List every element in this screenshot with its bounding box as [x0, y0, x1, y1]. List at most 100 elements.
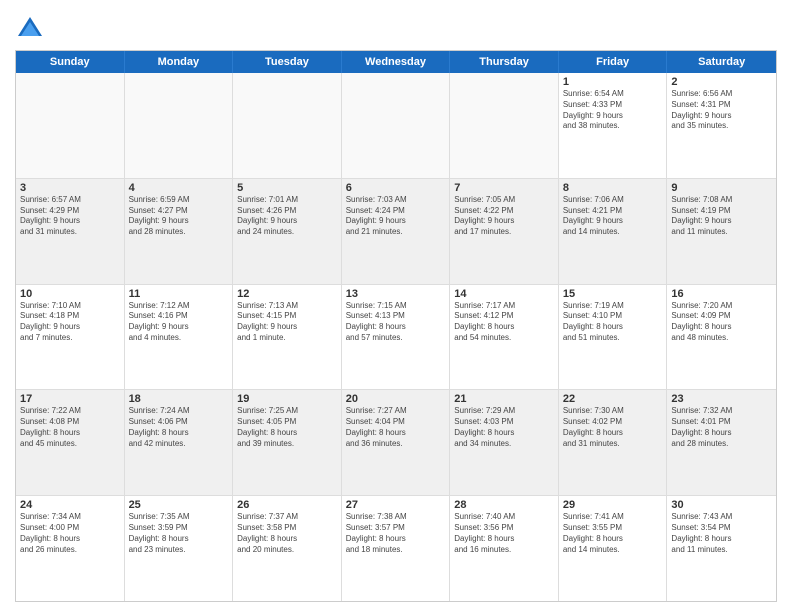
calendar-cell: 30Sunrise: 7:43 AM Sunset: 3:54 PM Dayli… — [667, 496, 776, 601]
cell-info: Sunrise: 7:30 AM Sunset: 4:02 PM Dayligh… — [563, 406, 663, 449]
day-number: 27 — [346, 499, 446, 511]
calendar-header: SundayMondayTuesdayWednesdayThursdayFrid… — [16, 51, 776, 73]
cell-info: Sunrise: 7:17 AM Sunset: 4:12 PM Dayligh… — [454, 301, 554, 344]
day-number: 13 — [346, 288, 446, 300]
day-number: 5 — [237, 182, 337, 194]
calendar-cell: 11Sunrise: 7:12 AM Sunset: 4:16 PM Dayli… — [125, 285, 234, 390]
calendar-cell: 13Sunrise: 7:15 AM Sunset: 4:13 PM Dayli… — [342, 285, 451, 390]
calendar-body: 1Sunrise: 6:54 AM Sunset: 4:33 PM Daylig… — [16, 73, 776, 601]
header-day-saturday: Saturday — [667, 51, 776, 73]
calendar-row-1: 3Sunrise: 6:57 AM Sunset: 4:29 PM Daylig… — [16, 179, 776, 285]
calendar-cell: 7Sunrise: 7:05 AM Sunset: 4:22 PM Daylig… — [450, 179, 559, 284]
day-number: 19 — [237, 393, 337, 405]
calendar-cell: 23Sunrise: 7:32 AM Sunset: 4:01 PM Dayli… — [667, 390, 776, 495]
day-number: 22 — [563, 393, 663, 405]
calendar-row-4: 24Sunrise: 7:34 AM Sunset: 4:00 PM Dayli… — [16, 496, 776, 601]
calendar-cell — [16, 73, 125, 178]
cell-info: Sunrise: 6:59 AM Sunset: 4:27 PM Dayligh… — [129, 195, 229, 238]
cell-info: Sunrise: 7:29 AM Sunset: 4:03 PM Dayligh… — [454, 406, 554, 449]
cell-info: Sunrise: 7:01 AM Sunset: 4:26 PM Dayligh… — [237, 195, 337, 238]
calendar-cell: 5Sunrise: 7:01 AM Sunset: 4:26 PM Daylig… — [233, 179, 342, 284]
cell-info: Sunrise: 7:40 AM Sunset: 3:56 PM Dayligh… — [454, 512, 554, 555]
cell-info: Sunrise: 7:25 AM Sunset: 4:05 PM Dayligh… — [237, 406, 337, 449]
day-number: 29 — [563, 499, 663, 511]
calendar-cell: 18Sunrise: 7:24 AM Sunset: 4:06 PM Dayli… — [125, 390, 234, 495]
calendar-row-2: 10Sunrise: 7:10 AM Sunset: 4:18 PM Dayli… — [16, 285, 776, 391]
day-number: 3 — [20, 182, 120, 194]
calendar-cell: 10Sunrise: 7:10 AM Sunset: 4:18 PM Dayli… — [16, 285, 125, 390]
day-number: 17 — [20, 393, 120, 405]
day-number: 21 — [454, 393, 554, 405]
cell-info: Sunrise: 7:12 AM Sunset: 4:16 PM Dayligh… — [129, 301, 229, 344]
cell-info: Sunrise: 6:56 AM Sunset: 4:31 PM Dayligh… — [671, 89, 772, 132]
cell-info: Sunrise: 7:32 AM Sunset: 4:01 PM Dayligh… — [671, 406, 772, 449]
cell-info: Sunrise: 7:41 AM Sunset: 3:55 PM Dayligh… — [563, 512, 663, 555]
calendar-cell: 26Sunrise: 7:37 AM Sunset: 3:58 PM Dayli… — [233, 496, 342, 601]
calendar-cell: 24Sunrise: 7:34 AM Sunset: 4:00 PM Dayli… — [16, 496, 125, 601]
day-number: 10 — [20, 288, 120, 300]
calendar-row-3: 17Sunrise: 7:22 AM Sunset: 4:08 PM Dayli… — [16, 390, 776, 496]
calendar-cell: 12Sunrise: 7:13 AM Sunset: 4:15 PM Dayli… — [233, 285, 342, 390]
calendar-cell: 2Sunrise: 6:56 AM Sunset: 4:31 PM Daylig… — [667, 73, 776, 178]
day-number: 1 — [563, 76, 663, 88]
day-number: 30 — [671, 499, 772, 511]
day-number: 28 — [454, 499, 554, 511]
cell-info: Sunrise: 6:57 AM Sunset: 4:29 PM Dayligh… — [20, 195, 120, 238]
calendar-cell: 21Sunrise: 7:29 AM Sunset: 4:03 PM Dayli… — [450, 390, 559, 495]
cell-info: Sunrise: 7:43 AM Sunset: 3:54 PM Dayligh… — [671, 512, 772, 555]
calendar-cell: 27Sunrise: 7:38 AM Sunset: 3:57 PM Dayli… — [342, 496, 451, 601]
calendar-cell: 6Sunrise: 7:03 AM Sunset: 4:24 PM Daylig… — [342, 179, 451, 284]
day-number: 15 — [563, 288, 663, 300]
day-number: 18 — [129, 393, 229, 405]
calendar-cell — [450, 73, 559, 178]
cell-info: Sunrise: 7:37 AM Sunset: 3:58 PM Dayligh… — [237, 512, 337, 555]
calendar-cell: 4Sunrise: 6:59 AM Sunset: 4:27 PM Daylig… — [125, 179, 234, 284]
cell-info: Sunrise: 7:22 AM Sunset: 4:08 PM Dayligh… — [20, 406, 120, 449]
cell-info: Sunrise: 7:08 AM Sunset: 4:19 PM Dayligh… — [671, 195, 772, 238]
day-number: 11 — [129, 288, 229, 300]
day-number: 16 — [671, 288, 772, 300]
calendar-cell: 17Sunrise: 7:22 AM Sunset: 4:08 PM Dayli… — [16, 390, 125, 495]
day-number: 20 — [346, 393, 446, 405]
day-number: 12 — [237, 288, 337, 300]
calendar-cell — [125, 73, 234, 178]
cell-info: Sunrise: 7:34 AM Sunset: 4:00 PM Dayligh… — [20, 512, 120, 555]
page: SundayMondayTuesdayWednesdayThursdayFrid… — [0, 0, 792, 612]
calendar-cell: 22Sunrise: 7:30 AM Sunset: 4:02 PM Dayli… — [559, 390, 668, 495]
calendar-cell: 1Sunrise: 6:54 AM Sunset: 4:33 PM Daylig… — [559, 73, 668, 178]
cell-info: Sunrise: 7:38 AM Sunset: 3:57 PM Dayligh… — [346, 512, 446, 555]
header-day-thursday: Thursday — [450, 51, 559, 73]
header-day-sunday: Sunday — [16, 51, 125, 73]
cell-info: Sunrise: 7:10 AM Sunset: 4:18 PM Dayligh… — [20, 301, 120, 344]
cell-info: Sunrise: 7:24 AM Sunset: 4:06 PM Dayligh… — [129, 406, 229, 449]
day-number: 8 — [563, 182, 663, 194]
calendar-cell: 15Sunrise: 7:19 AM Sunset: 4:10 PM Dayli… — [559, 285, 668, 390]
header-day-wednesday: Wednesday — [342, 51, 451, 73]
cell-info: Sunrise: 6:54 AM Sunset: 4:33 PM Dayligh… — [563, 89, 663, 132]
calendar-cell: 8Sunrise: 7:06 AM Sunset: 4:21 PM Daylig… — [559, 179, 668, 284]
calendar-cell: 19Sunrise: 7:25 AM Sunset: 4:05 PM Dayli… — [233, 390, 342, 495]
calendar: SundayMondayTuesdayWednesdayThursdayFrid… — [15, 50, 777, 602]
day-number: 24 — [20, 499, 120, 511]
cell-info: Sunrise: 7:15 AM Sunset: 4:13 PM Dayligh… — [346, 301, 446, 344]
calendar-cell — [233, 73, 342, 178]
logo-icon — [15, 14, 45, 44]
calendar-cell — [342, 73, 451, 178]
header — [15, 10, 777, 44]
cell-info: Sunrise: 7:20 AM Sunset: 4:09 PM Dayligh… — [671, 301, 772, 344]
cell-info: Sunrise: 7:13 AM Sunset: 4:15 PM Dayligh… — [237, 301, 337, 344]
day-number: 2 — [671, 76, 772, 88]
calendar-cell: 16Sunrise: 7:20 AM Sunset: 4:09 PM Dayli… — [667, 285, 776, 390]
calendar-cell: 29Sunrise: 7:41 AM Sunset: 3:55 PM Dayli… — [559, 496, 668, 601]
calendar-cell: 9Sunrise: 7:08 AM Sunset: 4:19 PM Daylig… — [667, 179, 776, 284]
calendar-cell: 25Sunrise: 7:35 AM Sunset: 3:59 PM Dayli… — [125, 496, 234, 601]
calendar-cell: 28Sunrise: 7:40 AM Sunset: 3:56 PM Dayli… — [450, 496, 559, 601]
cell-info: Sunrise: 7:19 AM Sunset: 4:10 PM Dayligh… — [563, 301, 663, 344]
day-number: 14 — [454, 288, 554, 300]
day-number: 4 — [129, 182, 229, 194]
calendar-cell: 3Sunrise: 6:57 AM Sunset: 4:29 PM Daylig… — [16, 179, 125, 284]
cell-info: Sunrise: 7:03 AM Sunset: 4:24 PM Dayligh… — [346, 195, 446, 238]
cell-info: Sunrise: 7:05 AM Sunset: 4:22 PM Dayligh… — [454, 195, 554, 238]
day-number: 7 — [454, 182, 554, 194]
cell-info: Sunrise: 7:27 AM Sunset: 4:04 PM Dayligh… — [346, 406, 446, 449]
